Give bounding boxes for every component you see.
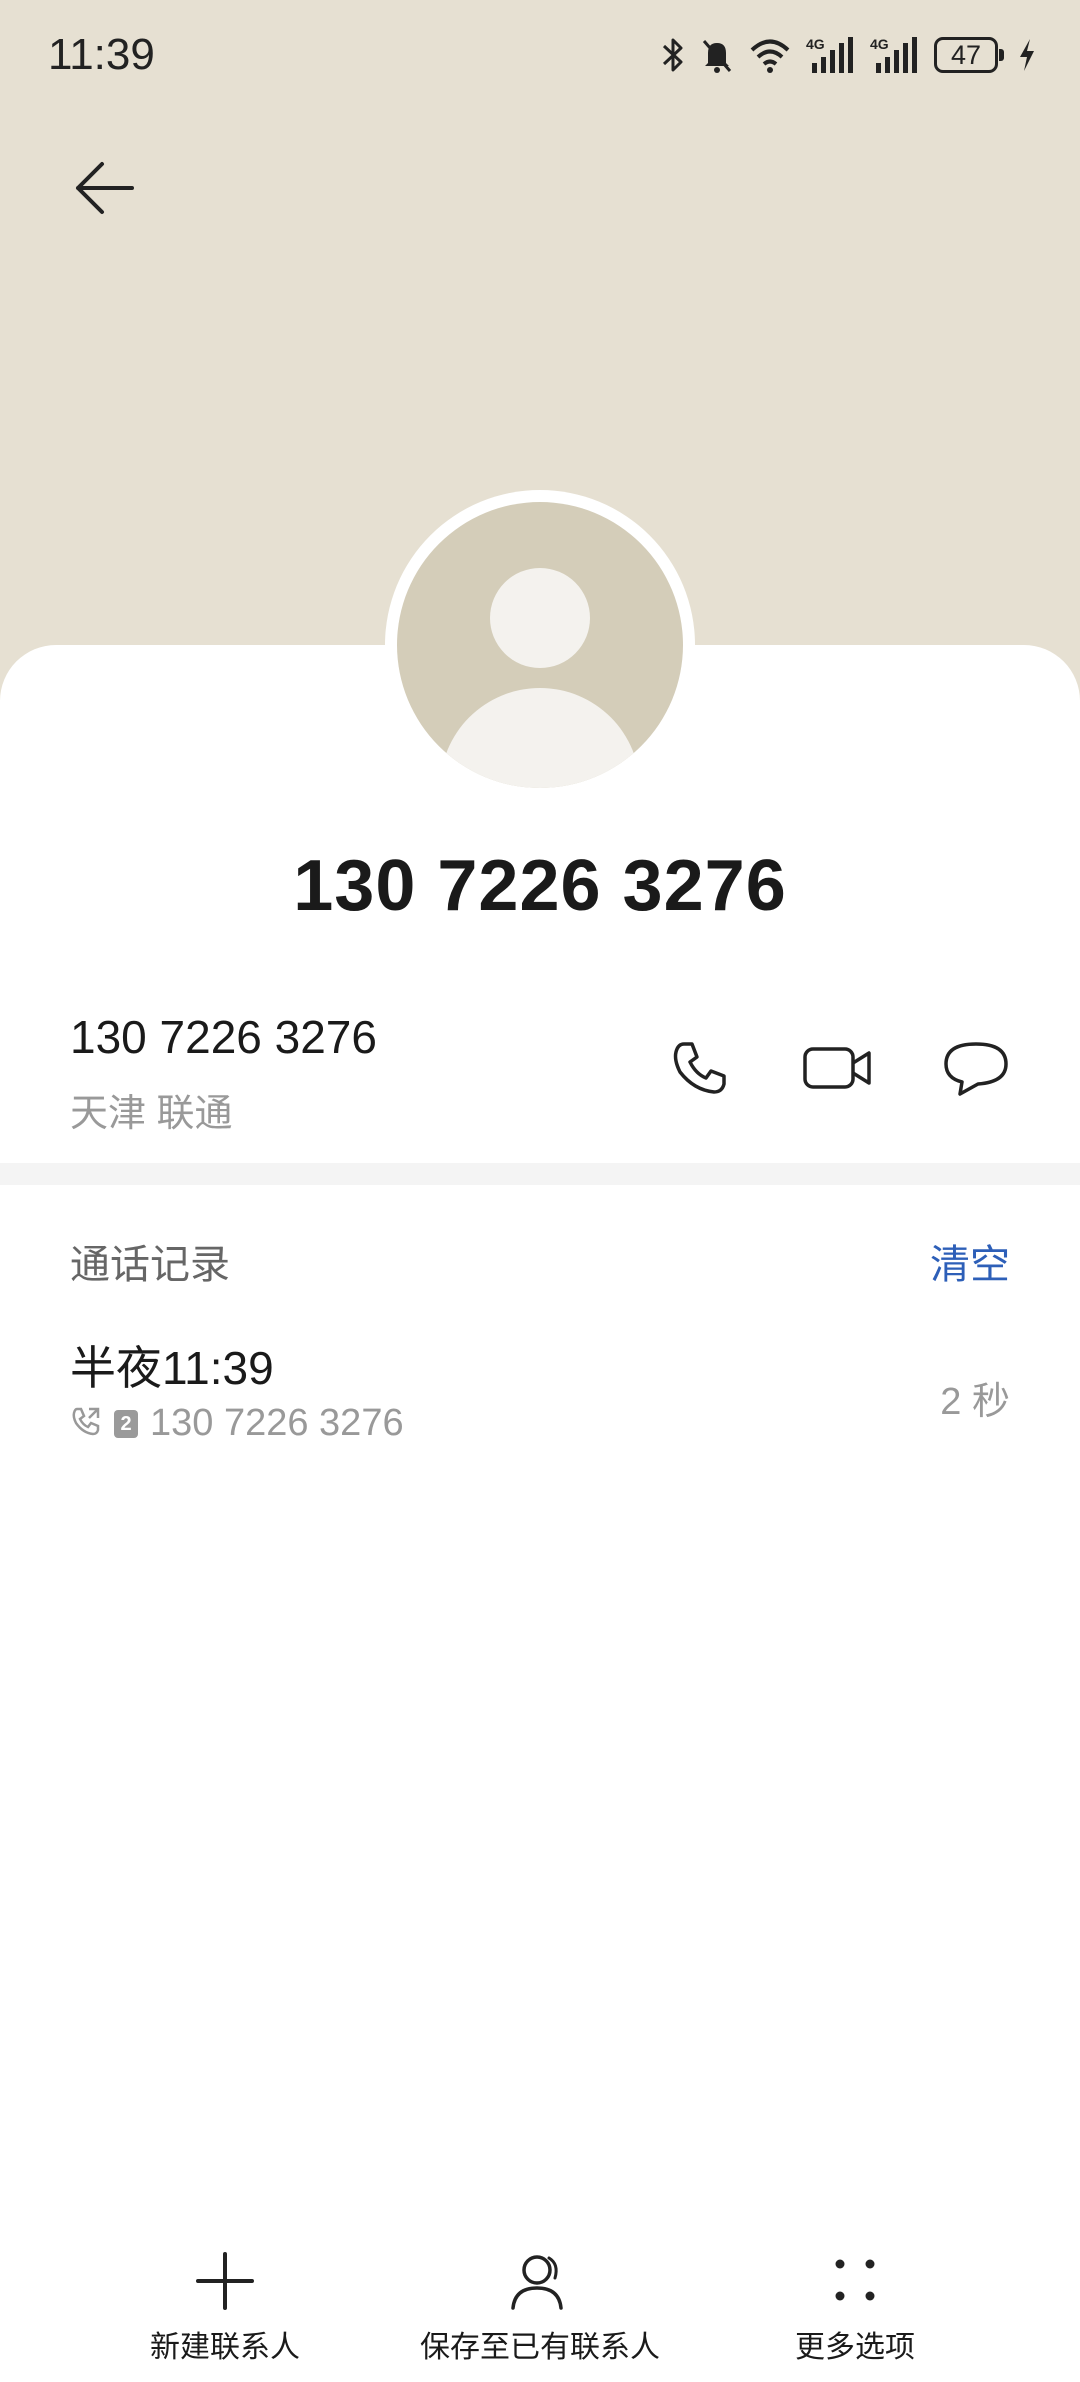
section-divider xyxy=(0,1163,1080,1185)
call-log-entry[interactable]: 半夜11:39 2 130 7226 3276 2 秒 xyxy=(0,1320,1080,1460)
sim-badge: 2 xyxy=(114,1409,138,1438)
outgoing-call-icon xyxy=(70,1405,102,1442)
status-bar: 11:39 4G 4G 47 xyxy=(0,0,1080,110)
avatar-head xyxy=(490,568,590,668)
new-contact-button[interactable]: 新建联系人 xyxy=(75,2230,375,2380)
more-dots-icon xyxy=(815,2246,895,2316)
call-log-title: 通话记录 xyxy=(70,1243,230,1287)
plus-icon xyxy=(185,2246,265,2316)
person-icon xyxy=(500,2246,580,2316)
svg-text:4G: 4G xyxy=(806,36,825,52)
video-call-icon xyxy=(802,1043,874,1098)
video-call-button[interactable] xyxy=(798,1030,878,1110)
phone-number-row[interactable]: 130 7226 3276 天津 联通 xyxy=(0,1000,1080,1160)
bluetooth-icon xyxy=(660,35,686,75)
contact-title: 130 7226 3276 xyxy=(293,846,787,926)
call-log-number: 130 7226 3276 xyxy=(150,1402,404,1444)
clear-call-log-button[interactable]: 清空 xyxy=(930,1232,1010,1290)
call-log-time: 半夜11:39 xyxy=(70,1342,274,1394)
phone-number: 130 7226 3276 xyxy=(70,1011,377,1063)
call-log-duration: 2 秒 xyxy=(940,1381,1010,1423)
signal-4g-icon: 4G xyxy=(870,35,920,75)
new-contact-label: 新建联系人 xyxy=(150,2331,300,2364)
status-time: 11:39 xyxy=(48,30,155,79)
avatar-body xyxy=(440,688,640,788)
save-to-existing-label: 保存至已有联系人 xyxy=(420,2331,660,2364)
signal-4g-icon: 4G xyxy=(806,35,856,75)
arrow-left-icon xyxy=(72,158,136,223)
person-avatar-icon xyxy=(397,502,683,788)
phone-location: 天津 联通 xyxy=(70,1093,233,1135)
more-options-label: 更多选项 xyxy=(795,2331,915,2364)
mute-bell-icon xyxy=(700,35,734,75)
status-icons: 4G 4G 47 xyxy=(660,30,1036,80)
back-button[interactable] xyxy=(64,150,144,230)
call-log-details: 2 130 7226 3276 xyxy=(70,1402,404,1445)
more-options-button[interactable]: 更多选项 xyxy=(705,2230,1005,2380)
bottom-action-bar: 新建联系人 保存至已有联系人 更多选项 xyxy=(0,2230,1080,2382)
svg-text:4G: 4G xyxy=(870,36,889,52)
battery-icon: 47 xyxy=(934,37,1004,73)
charging-icon xyxy=(1018,37,1036,73)
phone-icon xyxy=(670,1038,730,1103)
message-icon xyxy=(942,1038,1010,1103)
call-button[interactable] xyxy=(660,1030,740,1110)
wifi-icon xyxy=(748,35,792,75)
message-button[interactable] xyxy=(936,1030,1016,1110)
save-to-existing-button[interactable]: 保存至已有联系人 xyxy=(390,2230,690,2380)
